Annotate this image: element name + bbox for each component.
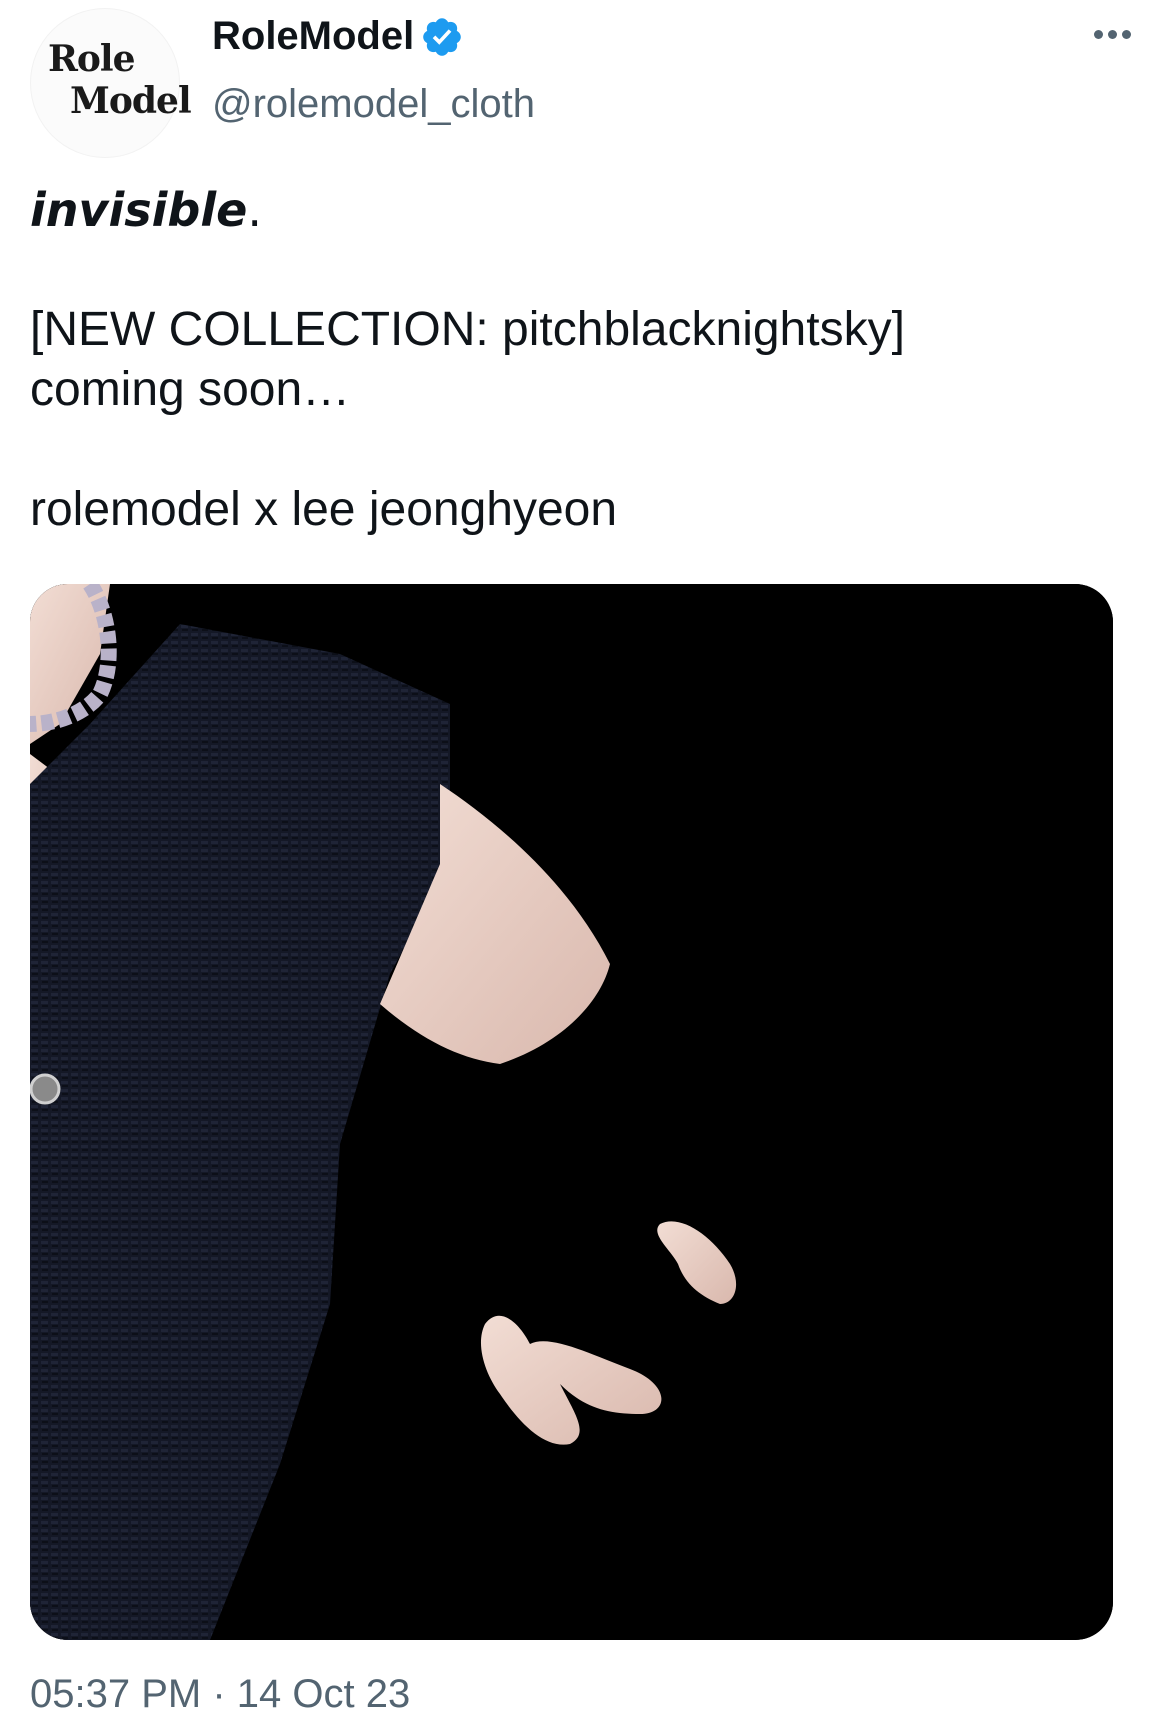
vest-button [30,1073,61,1105]
more-dot [1094,30,1103,39]
tweet-text-line2: [NEW COLLECTION: pitchblacknightsky] [30,303,905,356]
avatar-logo: Role Model [48,38,192,122]
tweet-timestamp[interactable]: 05:37 PM · 14 Oct 23 [30,1672,410,1717]
avatar-logo-line2: Model [70,80,192,122]
avatar-logo-line1: Role [48,38,136,80]
tweet-text: invisible. [NEW COLLECTION: pitchblackni… [30,180,1130,540]
more-dot [1122,30,1131,39]
tweet-text-line3: coming soon… [30,363,351,416]
verified-badge-icon [423,17,462,56]
avatar[interactable]: Role Model [30,8,192,158]
tweet-text-period: . [247,183,262,237]
author-handle[interactable]: @rolemodel_cloth [212,82,535,127]
tweet-media-image[interactable] [30,584,1113,1640]
media-artwork [30,584,1113,1640]
author-name-row[interactable]: RoleModel [212,14,464,59]
display-name[interactable]: RoleModel [212,14,414,59]
more-options-icon[interactable] [1094,30,1131,39]
more-dot [1108,30,1117,39]
tweet-text-emphasis: invisible [30,183,248,237]
tweet-text-line4: rolemodel x lee jeonghyeon [30,483,618,536]
tweet-text-line1: invisible. [30,180,1130,240]
